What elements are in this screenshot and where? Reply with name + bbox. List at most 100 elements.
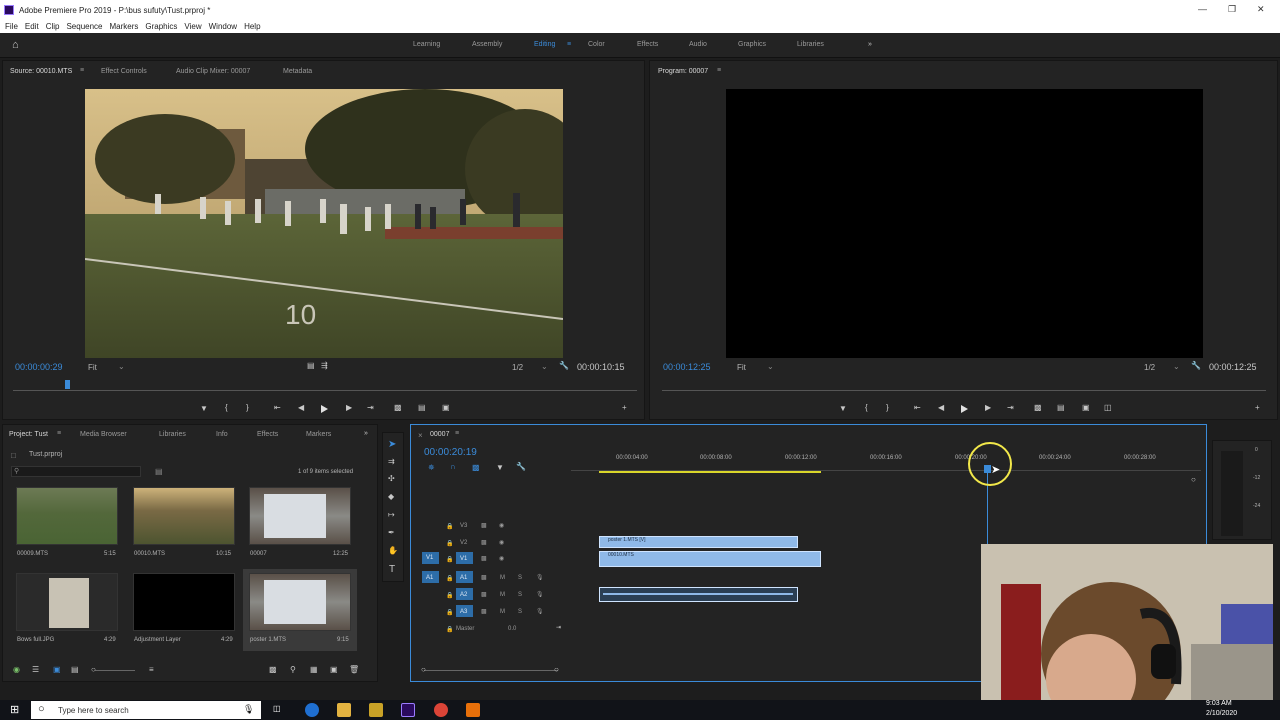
source-scrub-bar[interactable]	[13, 390, 637, 391]
sync-lock-icon[interactable]: ▩	[481, 608, 487, 615]
premiere-taskbar-icon[interactable]	[401, 703, 415, 717]
sort-icon[interactable]: ≡	[149, 665, 154, 674]
file-explorer-icon[interactable]	[337, 703, 351, 717]
ripple-edit-tool-icon[interactable]: ✣	[388, 474, 395, 483]
step-forward-icon[interactable]: ▶	[346, 403, 352, 412]
tab-sequence[interactable]: 00007	[430, 431, 449, 438]
tab-effects[interactable]: Effects	[257, 431, 278, 438]
type-tool-icon[interactable]: T	[389, 564, 395, 575]
tab-effect-controls[interactable]: Effect Controls	[101, 68, 147, 75]
sequence-timecode[interactable]: 00:00:20:19	[424, 447, 477, 458]
selection-tool-icon[interactable]: ➤	[388, 439, 396, 450]
lock-icon[interactable]: ◉	[13, 665, 20, 674]
master-volume-value[interactable]: 0.0	[508, 626, 516, 632]
source-timecode[interactable]: 00:00:00:29	[15, 362, 63, 372]
automate-to-sequence-icon[interactable]: ▩	[269, 665, 277, 674]
clip-audio-a2[interactable]	[599, 587, 798, 602]
workspace-assembly[interactable]: Assembly	[472, 41, 502, 48]
snap-icon[interactable]: ∩	[450, 462, 456, 471]
workspace-menu-icon[interactable]: ≡	[567, 41, 571, 48]
taskbar-search-box[interactable]: ○ Type here to search 🎙	[31, 701, 261, 719]
tab-source[interactable]: Source: 00010.MTS	[10, 68, 72, 75]
solo-button[interactable]: S	[518, 609, 522, 615]
track-select-tool-icon[interactable]: ⇉	[388, 457, 395, 466]
lock-track-icon[interactable]: 🔒	[446, 540, 453, 547]
clock-date[interactable]: 2/10/2020	[1206, 710, 1237, 717]
menu-view[interactable]: View	[184, 22, 201, 31]
workspace-effects[interactable]: Effects	[637, 41, 658, 48]
thumb-00010[interactable]	[133, 487, 235, 545]
scroll-left-handle-icon[interactable]: ○	[421, 665, 426, 674]
program-play-icon[interactable]	[961, 405, 968, 413]
program-fit-chevron-icon[interactable]: ⌄	[767, 362, 774, 371]
go-to-end-icon[interactable]: ⇥	[556, 624, 561, 631]
tab-program[interactable]: Program: 00007	[658, 68, 708, 75]
solo-button[interactable]: S	[518, 575, 522, 581]
thumb-00007[interactable]	[249, 487, 351, 545]
source-settings-icon[interactable]: ▤	[307, 361, 315, 370]
edge-icon[interactable]	[305, 703, 319, 717]
lock-track-icon[interactable]: 🔒	[446, 523, 453, 530]
export-frame-icon[interactable]: ▣	[442, 403, 450, 412]
slider-handle-icon[interactable]: ○	[91, 665, 96, 674]
nest-icon[interactable]: ✵	[428, 463, 435, 472]
minimize-icon[interactable]: —	[1198, 4, 1207, 14]
voice-over-record-icon[interactable]: 🎙	[536, 608, 544, 615]
lock-track-icon[interactable]: 🔒	[446, 556, 453, 563]
more-panels-icon[interactable]: »	[364, 430, 368, 437]
source-wrench-icon[interactable]: 🔧	[559, 361, 569, 370]
thumb-bows-full[interactable]	[16, 573, 118, 631]
sequence-tab-menu-icon[interactable]: ≡	[455, 430, 459, 437]
tab-markers[interactable]: Markers	[306, 431, 331, 438]
timeline-zoom-scrollbar[interactable]	[424, 670, 558, 671]
program-wrench-icon[interactable]: 🔧	[1191, 361, 1201, 370]
add-marker-timeline-icon[interactable]: ▼	[496, 463, 504, 472]
source-fit-dropdown[interactable]: Fit	[88, 363, 97, 372]
sync-lock-icon[interactable]: ▩	[481, 522, 487, 529]
mute-button[interactable]: M	[500, 575, 505, 581]
step-back-icon[interactable]: ◀	[298, 403, 304, 412]
source-play-icon[interactable]	[321, 405, 328, 413]
lock-track-icon[interactable]: 🔒	[446, 609, 453, 616]
new-search-bin-icon[interactable]: ▤	[155, 467, 163, 476]
icon-view-icon[interactable]: ▣	[53, 665, 61, 674]
lock-track-icon[interactable]: 🔒	[446, 592, 453, 599]
chrome-icon[interactable]	[434, 703, 448, 717]
new-bin-icon[interactable]: ▦	[310, 665, 318, 674]
comparison-view-icon[interactable]: ◫	[1104, 403, 1112, 412]
extract-icon[interactable]: ▤	[1057, 403, 1065, 412]
tab-info[interactable]: Info	[216, 431, 228, 438]
linked-selection-icon[interactable]: ▩	[472, 463, 480, 472]
clear-icon[interactable]: 🗑	[349, 665, 359, 674]
hand-tool-icon[interactable]: ✋	[388, 546, 398, 555]
toggle-output-eye-icon[interactable]: ◉	[499, 522, 504, 529]
lock-track-icon[interactable]: 🔒	[446, 626, 453, 633]
program-add-marker-icon[interactable]: ▼	[839, 404, 847, 413]
mark-out-icon[interactable]: }	[246, 403, 249, 412]
clock-time[interactable]: 9:03 AM	[1206, 700, 1232, 707]
tab-metadata[interactable]: Metadata	[283, 68, 312, 75]
menu-edit[interactable]: Edit	[25, 22, 39, 31]
workspace-color[interactable]: Color	[588, 41, 605, 48]
program-resolution-chevron-icon[interactable]: ⌄	[1173, 362, 1180, 371]
home-icon[interactable]: ⌂	[12, 39, 19, 51]
microphone-icon[interactable]: 🎙	[243, 704, 254, 715]
mute-button[interactable]: M	[500, 609, 505, 615]
workspace-editing[interactable]: Editing	[534, 41, 555, 48]
source-playhead[interactable]	[65, 380, 70, 389]
thumb-poster-1[interactable]	[249, 573, 351, 631]
tab-libraries[interactable]: Libraries	[159, 431, 186, 438]
add-marker-icon[interactable]: ▼	[200, 404, 208, 413]
program-mark-out-icon[interactable]: }	[886, 403, 889, 412]
thumbnail-size-slider[interactable]	[95, 670, 135, 671]
toggle-output-eye-icon[interactable]: ◉	[499, 555, 504, 562]
clip-poster-v2[interactable]: poster 1.MTS [V]	[599, 536, 798, 548]
menu-clip[interactable]: Clip	[46, 22, 60, 31]
program-button-editor-icon[interactable]: +	[1255, 403, 1260, 412]
vertical-zoom-handle-icon[interactable]: ○	[1191, 475, 1196, 484]
restore-icon[interactable]: ❐	[1228, 4, 1236, 15]
source-button-editor-icon[interactable]: +	[622, 403, 627, 412]
thumb-adjustment-layer[interactable]	[133, 573, 235, 631]
close-sequence-icon[interactable]: ×	[418, 431, 423, 440]
sync-lock-icon[interactable]: ▩	[481, 555, 487, 562]
